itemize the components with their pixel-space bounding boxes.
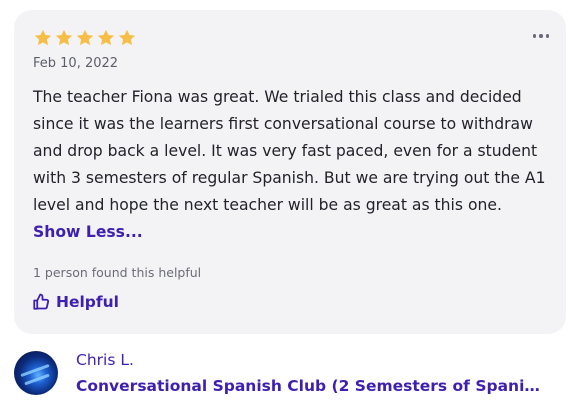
review-text: The teacher Fiona was great. We trialed …: [33, 88, 546, 214]
helpful-label: Helpful: [56, 293, 119, 311]
star-icon: [55, 29, 73, 46]
star-icon: [34, 29, 52, 46]
more-options-icon[interactable]: [532, 34, 549, 38]
review-card: Feb 10, 2022 The teacher Fiona was great…: [14, 10, 566, 334]
review-date: Feb 10, 2022: [33, 56, 119, 71]
helpful-count: 1 person found this helpful: [33, 265, 202, 280]
class-title-link[interactable]: Conversational Spanish Club (2 Semesters…: [76, 377, 548, 395]
helpful-button[interactable]: Helpful: [32, 293, 119, 311]
review-text-block: The teacher Fiona was great. We trialed …: [33, 84, 553, 246]
thumbs-up-icon: [33, 293, 50, 310]
reviewer-name[interactable]: Chris L.: [76, 351, 134, 369]
star-icon: [97, 29, 115, 46]
avatar[interactable]: [14, 351, 58, 395]
show-less-link[interactable]: Show Less...: [33, 223, 143, 241]
star-rating: [33, 28, 137, 48]
star-icon: [118, 29, 136, 46]
star-icon: [76, 29, 94, 46]
